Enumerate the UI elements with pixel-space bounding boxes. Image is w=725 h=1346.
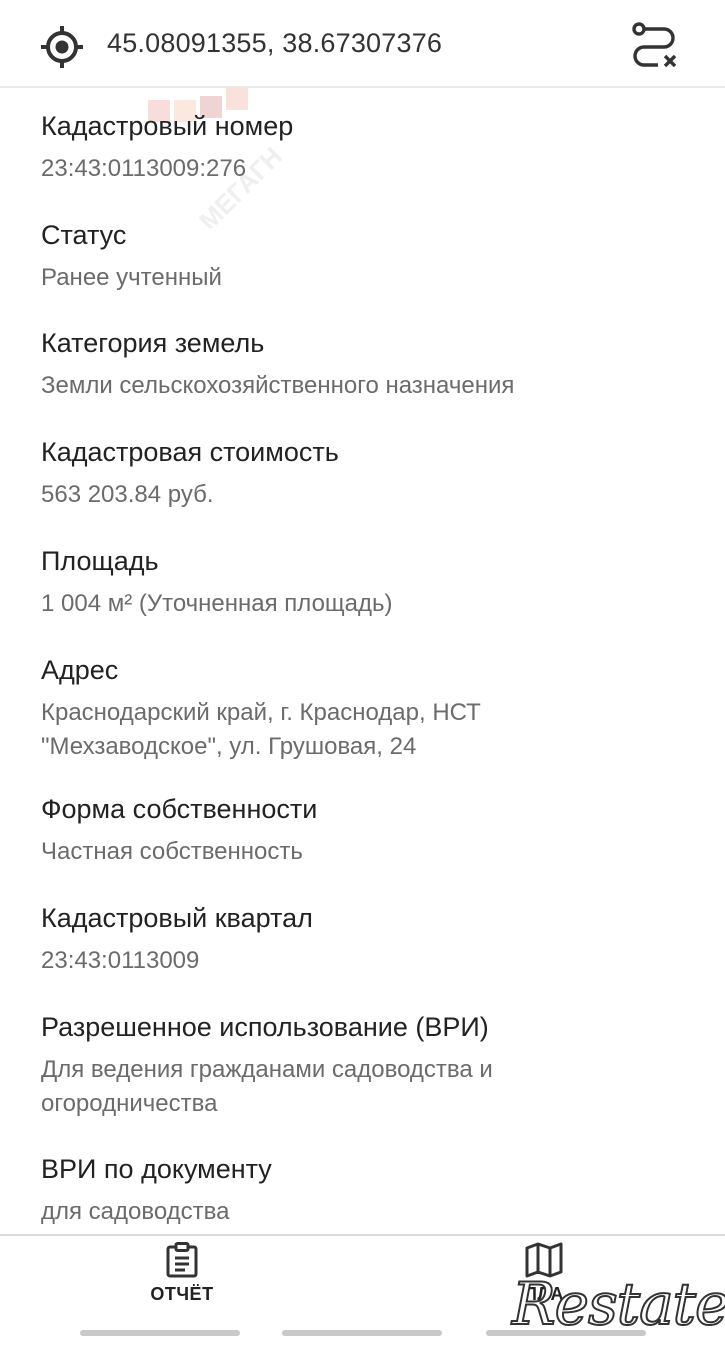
field-value: Частная собственность [41,838,303,865]
field-ownership: Форма собственности Частная собственност… [41,791,681,869]
field-value-multiline: Для ведения гражданами садоводства и ого… [41,1053,681,1121]
field-value: Ранее учтенный [41,264,222,291]
field-value-line: "Мехзаводское", ул. Грушовая, 24 [41,733,417,760]
field-label: Площадь [41,546,159,576]
gesture-bar-center [282,1330,442,1336]
brand-watermark: Restate [511,1269,725,1339]
field-value-multiline: Краснодарский край, г. Краснодар, НСТ "М… [41,696,681,764]
field-cadastral-value: Кадастровая стоимость 563 203.84 руб. [41,434,681,512]
report-label: ОТЧЁТ [150,1284,214,1304]
field-value-line: Для ведения гражданами садоводства и [41,1056,493,1083]
clipboard-icon [166,1242,198,1278]
coordinates-text: 45.08091355, 38.67307376 [107,28,443,58]
field-value-line: огородничества [41,1090,218,1117]
field-permitted-use: Разрешенное использование (ВРИ) Для веде… [41,1009,681,1121]
route-clear-icon[interactable] [630,22,678,68]
top-bar: 45.08091355, 38.67307376 [0,0,725,88]
field-permitted-use-document: ВРИ по документу для садоводства [41,1151,681,1229]
property-details: МЕГАГН Кадастровый номер 23:43:0113009:2… [0,88,725,1234]
field-label: Кадастровая стоимость [41,437,339,467]
field-label: Адрес [41,655,119,685]
field-label: Форма собственности [41,794,318,824]
field-label: Разрешенное использование (ВРИ) [41,1012,489,1042]
report-button[interactable]: ОТЧЁТ [122,1242,242,1318]
field-label: Кадастровый квартал [41,903,313,933]
field-area: Площадь 1 004 м² (Уточненная площадь) [41,543,681,621]
gesture-bar-left [80,1330,240,1336]
field-value: 1 004 м² (Уточненная площадь) [41,590,393,617]
field-value: для садоводства [41,1198,230,1225]
field-label: Категория земель [41,328,265,358]
field-address: Адрес Краснодарский край, г. Краснодар, … [41,652,681,764]
field-cadastral-number: Кадастровый номер 23:43:0113009:276 [41,108,681,186]
field-value: 23:43:0113009 [41,947,200,974]
target-icon[interactable] [40,25,84,69]
field-label: Статус [41,220,127,250]
field-land-category: Категория земель Земли сельскохозяйствен… [41,325,681,403]
field-label: Кадастровый номер [41,111,294,141]
field-value: 563 203.84 руб. [41,481,214,508]
field-value: 23:43:0113009:276 [41,155,247,182]
field-value-line: Краснодарский край, г. Краснодар, НСТ [41,699,481,726]
field-cadastral-quarter: Кадастровый квартал 23:43:0113009 [41,900,681,978]
field-status: Статус Ранее учтенный [41,217,681,295]
cadastral-info-screen: 45.08091355, 38.67307376 МЕГАГН Кадастро… [0,0,725,1346]
field-label: ВРИ по документу [41,1154,272,1184]
field-value: Земли сельскохозяйственного назначения [41,372,515,399]
